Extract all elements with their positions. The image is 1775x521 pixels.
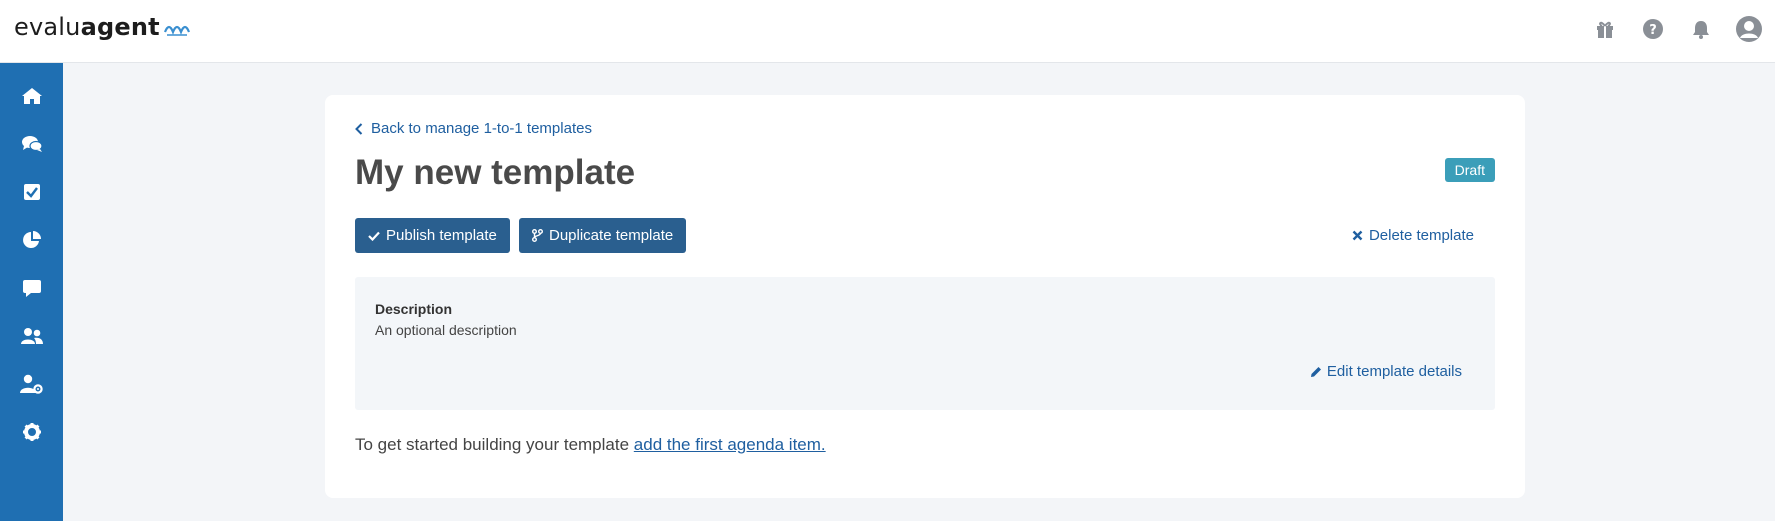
logo-wave-icon [163, 25, 190, 36]
getting-started-text: To get started building your template ad… [355, 435, 826, 455]
back-link[interactable]: Back to manage 1-to-1 templates [355, 120, 592, 137]
sidebar-item-messages[interactable] [0, 268, 63, 308]
sidebar-item-reports[interactable] [0, 220, 63, 260]
status-badge: Draft [1444, 158, 1495, 182]
description-label: Description [375, 301, 453, 317]
edit-template-details-link[interactable]: Edit template details [1310, 363, 1462, 380]
sidebar-item-conversations[interactable] [0, 124, 63, 164]
close-icon [1352, 230, 1363, 241]
checkbox-icon [23, 184, 40, 200]
delete-template-link[interactable]: Delete template [1352, 227, 1474, 244]
publish-template-button[interactable]: Publish template [355, 218, 510, 253]
page-title: My new template [355, 153, 636, 192]
add-first-agenda-item-link[interactable]: add the first agenda item. [634, 435, 826, 454]
template-card: Back to manage 1-to-1 templates My new t… [325, 95, 1525, 498]
check-icon [368, 231, 380, 241]
delete-template-label: Delete template [1368, 227, 1474, 244]
logo-text-light: evalu [14, 13, 81, 41]
home-icon [21, 88, 42, 104]
back-link-label: Back to manage 1-to-1 templates [371, 120, 592, 137]
edit-template-details-label: Edit template details [1326, 363, 1462, 380]
svg-text:?: ? [1649, 23, 1657, 38]
users-icon [20, 328, 43, 344]
logo-text-bold: agent [80, 13, 160, 41]
gift-icon[interactable] [1591, 15, 1619, 43]
help-icon[interactable]: ? [1639, 15, 1667, 43]
top-header: evaluagent ? [0, 0, 1775, 63]
sidebar-item-tasks[interactable] [0, 172, 63, 212]
pie-chart-icon [22, 231, 41, 248]
gear-icon [22, 423, 41, 441]
sidebar-item-user-settings[interactable] [0, 364, 63, 404]
sidebar-nav [0, 63, 63, 521]
conversations-icon [21, 136, 43, 152]
code-branch-icon [532, 229, 543, 242]
sidebar-item-home[interactable] [0, 76, 63, 116]
duplicate-template-button[interactable]: Duplicate template [519, 218, 687, 253]
pencil-icon [1310, 366, 1322, 378]
header-actions: ? [1571, 14, 1775, 44]
description-panel: Description An optional description Edit… [355, 277, 1495, 410]
user-settings-icon [19, 374, 43, 394]
user-avatar-icon[interactable] [1735, 15, 1763, 43]
evaluagent-logo[interactable]: evaluagent [14, 12, 193, 42]
sidebar-item-users[interactable] [0, 316, 63, 356]
duplicate-template-label: Duplicate template [549, 227, 674, 244]
publish-template-label: Publish template [386, 227, 497, 244]
chevron-left-icon [355, 122, 363, 135]
chat-icon [22, 280, 41, 297]
starter-text: To get started building your template [355, 435, 630, 454]
sidebar-item-settings[interactable] [0, 412, 63, 452]
bell-icon[interactable] [1687, 15, 1715, 43]
description-text: An optional description [375, 322, 517, 338]
